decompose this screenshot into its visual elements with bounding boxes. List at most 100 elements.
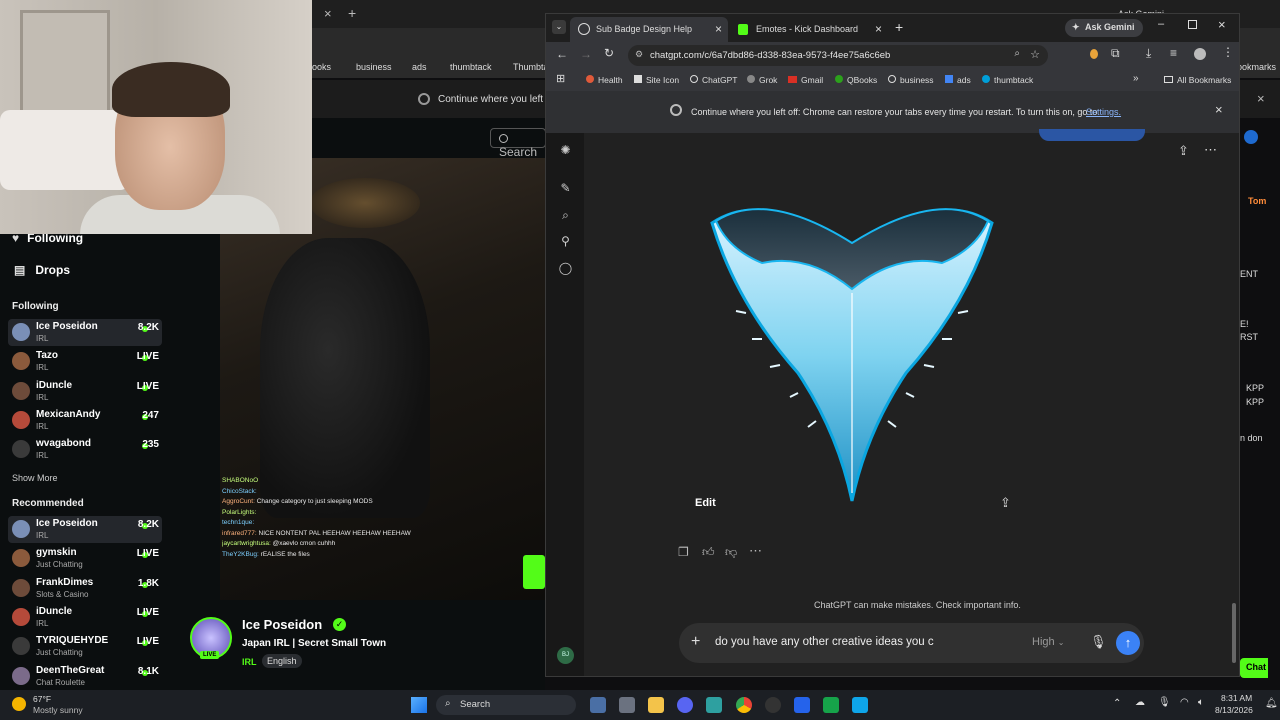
chat-bubble-icon[interactable]: ◯ [558, 261, 573, 276]
send-button[interactable]: ↑ [1116, 631, 1140, 655]
more-options-icon[interactable]: ⋯ [1204, 142, 1217, 158]
notepad-icon[interactable] [619, 697, 635, 713]
site-info-icon[interactable]: ⚙ [635, 49, 643, 60]
channel-row[interactable]: TYRIQUEHYDE Just Chatting LIVE [8, 633, 162, 660]
image-share-icon[interactable]: ⇪ [1000, 495, 1011, 511]
tab-sub-badge[interactable]: Sub Badge Design Help × [570, 17, 728, 42]
openai-logo-icon[interactable]: ✺ [558, 143, 573, 158]
bookmark-health[interactable]: Health [586, 75, 623, 85]
channel-row[interactable]: iDuncle IRL LIVE [8, 604, 162, 631]
generated-image[interactable] [706, 193, 998, 505]
share-icon[interactable]: ⇪ [1178, 143, 1189, 159]
chrome-taskbar-icon[interactable] [736, 697, 752, 713]
pin-icon[interactable]: ⚲ [558, 234, 573, 249]
background-bookmark[interactable]: ads [412, 62, 427, 72]
apps-grid-icon[interactable]: ⊞ [556, 72, 565, 85]
copy-icon[interactable]: ❐ [678, 545, 689, 559]
user-avatar[interactable]: BJ [557, 647, 574, 664]
bookmark-thumbtack[interactable]: thumbtack [982, 75, 1033, 85]
tab-close-icon[interactable]: × [875, 22, 882, 36]
kick-nav-drops[interactable]: ▤ Drops [14, 263, 70, 277]
media-icon[interactable]: ≡ [1170, 46, 1177, 60]
download-icon[interactable]: ⤓ [1146, 46, 1151, 61]
maximize-icon[interactable] [1188, 20, 1197, 29]
background-restore-close-icon[interactable]: × [1257, 91, 1265, 106]
menu-kebab-icon[interactable]: ⋮ [1222, 45, 1234, 59]
reasoning-level-select[interactable]: High ⌄ [1032, 636, 1064, 648]
new-chat-icon[interactable]: ✎ [558, 181, 573, 196]
weather-desc[interactable]: Mostly sunny [33, 705, 83, 715]
profile-avatar-icon[interactable] [1194, 48, 1206, 60]
scrollbar[interactable] [1232, 603, 1236, 663]
taskbar-search[interactable]: ⌕ Search [436, 695, 576, 715]
channel-row[interactable]: iDuncle IRL LIVE [8, 378, 162, 405]
minimize-icon[interactable]: – [1158, 18, 1164, 30]
background-bookmarks-right[interactable]: ookmarks [1237, 62, 1276, 72]
chat-button[interactable]: Chat [1240, 658, 1268, 678]
extensions-puzzle-icon[interactable]: ⧉ [1111, 46, 1120, 61]
tray-chevron-icon[interactable]: ⌃ [1113, 698, 1121, 709]
more-bookmarks-icon[interactable]: » [1133, 73, 1139, 84]
ask-gemini-button[interactable]: ✦ Ask Gemini [1065, 19, 1143, 37]
background-bookmark[interactable]: business [356, 62, 392, 72]
search-chats-icon[interactable]: ⌕ [558, 208, 573, 223]
obs-icon[interactable] [765, 697, 781, 713]
prompt-input[interactable]: do you have any other creative ideas you… [715, 636, 934, 648]
forward-icon[interactable]: → [580, 47, 592, 61]
channel-row[interactable]: Ice Poseidon IRL 8.2K [8, 516, 162, 543]
zoom-icon[interactable]: ⌕ [1014, 48, 1020, 59]
reload-icon[interactable]: ↻ [604, 46, 614, 60]
thumbs-down-icon[interactable]: 👎︎ [725, 545, 737, 560]
tab-close-icon[interactable]: × [715, 22, 722, 36]
discord-icon[interactable] [677, 697, 693, 713]
channel-row[interactable]: Tazo IRL LIVE [8, 348, 162, 375]
notification-icon[interactable]: 🔔︎ [1265, 698, 1278, 709]
channel-row[interactable]: FrankDimes Slots & Casino 1.8K [8, 575, 162, 602]
task-view-icon[interactable] [590, 697, 606, 713]
bookmark-ads[interactable]: ads [945, 75, 971, 85]
app-icon[interactable] [823, 697, 839, 713]
background-bookmark[interactable]: thumbtack [450, 62, 492, 72]
channel-row[interactable]: MexicanAndy IRL 247 [8, 407, 162, 434]
app-icon[interactable] [706, 697, 722, 713]
new-tab-icon[interactable]: + [895, 19, 903, 35]
add-attachment-icon[interactable]: + [691, 633, 700, 651]
address-bar[interactable]: ⚙ chatgpt.com/c/6a7dbd86-d338-83ea-9573-… [628, 45, 1048, 66]
file-explorer-icon[interactable] [648, 697, 664, 713]
microphone-icon[interactable]: 🎙︎ [1090, 634, 1107, 650]
kick-search-input[interactable]: Search [490, 128, 546, 159]
thumbs-up-icon[interactable]: 👍︎ [702, 545, 715, 560]
all-bookmarks[interactable]: All Bookmarks [1164, 75, 1231, 85]
window-close-icon[interactable]: × [1218, 17, 1226, 32]
restore-close-icon[interactable]: × [1215, 102, 1223, 117]
edit-image-button[interactable]: Edit [695, 497, 716, 509]
bookmark-qbooks[interactable]: QBooks [835, 75, 877, 85]
back-icon[interactable]: ← [556, 47, 568, 61]
channel-row[interactable]: gymskin Just Chatting LIVE [8, 545, 162, 572]
tray-wifi-icon[interactable]: ◠ [1180, 697, 1189, 708]
stream-language-tag[interactable]: English [262, 654, 302, 668]
streamer-name[interactable]: Ice Poseidon [242, 617, 322, 632]
profile-icon[interactable] [1244, 130, 1258, 144]
tray-volume-icon[interactable]: 🔈︎ [1198, 697, 1204, 708]
tab-emotes[interactable]: Emotes - Kick Dashboard × [730, 17, 888, 42]
channel-row[interactable]: DeenTheGreat Chat Roulette 8.1K [8, 663, 162, 690]
bookmark-gmail[interactable]: Gmail [788, 75, 823, 85]
bookmark-star-icon[interactable]: ☆ [1030, 48, 1040, 61]
more-actions-icon[interactable]: ⋯ [749, 543, 762, 559]
bookmark-site-icon[interactable]: Site Icon [634, 75, 679, 85]
channel-row[interactable]: wvagabond IRL 235 [8, 436, 162, 463]
stream-category[interactable]: IRL [242, 657, 257, 667]
tray-mic-icon[interactable]: 🎙︎ [1158, 697, 1171, 708]
background-tab-close-icon[interactable]: × [324, 6, 332, 21]
extension-icon[interactable] [1090, 49, 1098, 59]
start-windows-icon[interactable] [411, 697, 427, 713]
tray-cloud-icon[interactable]: ☁ [1135, 697, 1145, 708]
background-new-tab-icon[interactable]: + [348, 5, 356, 21]
bookmark-business[interactable]: business [888, 75, 934, 85]
background-bookmark[interactable]: Thumbta [513, 62, 549, 72]
show-more-link[interactable]: Show More [12, 473, 58, 483]
app-icon[interactable] [852, 697, 868, 713]
background-bookmark[interactable]: ooks [312, 62, 331, 72]
restore-settings-link[interactable]: Settings. [1086, 107, 1121, 117]
